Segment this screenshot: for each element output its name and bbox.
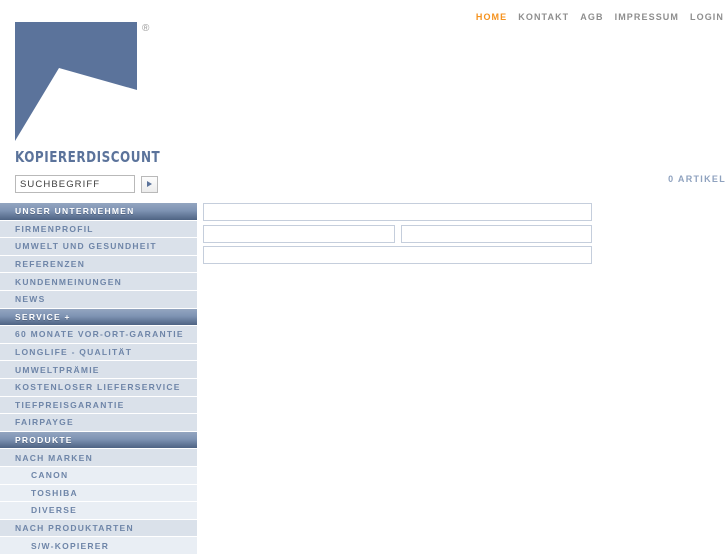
nav-item-kontakt[interactable]: KONTAKT xyxy=(518,12,569,22)
logo-mark-icon: ® xyxy=(15,22,149,142)
search-input[interactable] xyxy=(15,175,135,193)
form-field-0-0[interactable] xyxy=(203,203,592,221)
sidebar-item-unser-unternehmen[interactable]: UNSER UNTERNEHMEN xyxy=(0,203,197,221)
sidebar-item-longlife-qualit-t[interactable]: LONGLIFE - QUALITÄT xyxy=(0,343,197,362)
sidebar-item-umwelt-und-gesundheit[interactable]: UMWELT UND GESUNDHEIT xyxy=(0,238,197,256)
sidebar-item-kostenloser-lieferservice[interactable]: KOSTENLOSER LIEFERSERVICE xyxy=(0,378,197,397)
nav-item-home[interactable]: HOME xyxy=(476,12,507,22)
nav-item-impressum[interactable]: IMPRESSUM xyxy=(615,12,679,22)
registered-trademark-icon: ® xyxy=(142,23,150,34)
play-triangle-icon xyxy=(147,181,152,187)
sidebar-item-tiefpreisgarantie[interactable]: TIEFPREISGARANTIE xyxy=(0,396,197,415)
form-row xyxy=(203,246,592,264)
sidebar-item-firmenprofil[interactable]: FIRMENPROFIL xyxy=(0,220,197,239)
top-navigation: HOME KONTAKT AGB IMPRESSUM LOGIN xyxy=(476,12,724,22)
sidebar-item-umweltpr-mie[interactable]: UMWELTPRÄMIE xyxy=(0,361,197,379)
sidebar-navigation: UNSER UNTERNEHMEN FIRMENPROFIL UMWELT UND … xyxy=(0,203,197,555)
search-submit-button[interactable] xyxy=(141,175,158,193)
sidebar-item-referenzen[interactable]: REFERENZEN xyxy=(0,255,197,274)
sidebar-item-toshiba[interactable]: TOSHIBA xyxy=(0,484,197,503)
cart-item-count[interactable]: 0 ARTIKEL xyxy=(668,174,726,184)
sidebar-item-kundenmeinungen[interactable]: KUNDENMEINUNGEN xyxy=(0,273,197,291)
sidebar-item-news[interactable]: NEWS xyxy=(0,290,197,309)
sidebar-item-nach-produktarten[interactable]: NACH PRODUKTARTEN xyxy=(0,519,197,538)
nav-item-login[interactable]: LOGIN xyxy=(690,12,724,22)
main-content-area xyxy=(203,203,592,268)
sidebar-item-produkte[interactable]: PRODUKTE xyxy=(0,431,197,450)
form-row xyxy=(203,224,592,243)
form-field-1-1[interactable] xyxy=(400,224,592,243)
site-logo[interactable]: ® KOPIERERDISCOUNT xyxy=(15,22,175,166)
sidebar-item-diverse[interactable]: DIVERSE xyxy=(0,502,197,520)
nav-item-agb[interactable]: AGB xyxy=(580,12,603,22)
sidebar-item-fairpayge[interactable]: FAIRPAYGE xyxy=(0,414,197,432)
form-row xyxy=(203,203,592,221)
sidebar-item-nach-marken[interactable]: NACH MARKEN xyxy=(0,449,197,467)
sidebar-item-canon[interactable]: CANON xyxy=(0,466,197,485)
search-form xyxy=(15,175,158,193)
sidebar-item-s-w-kopierer[interactable]: S/W-KOPIERER xyxy=(0,537,197,555)
sidebar-item-60-monate-vor-ort-garantie[interactable]: 60 MONATE VOR-ORT-GARANTIE xyxy=(0,326,197,344)
sidebar-item-service[interactable]: SERVICE + xyxy=(0,308,197,327)
logo-wordmark: KOPIERERDISCOUNT xyxy=(15,148,161,166)
form-field-2-0[interactable] xyxy=(203,246,592,264)
form-field-1-0[interactable] xyxy=(203,224,395,243)
